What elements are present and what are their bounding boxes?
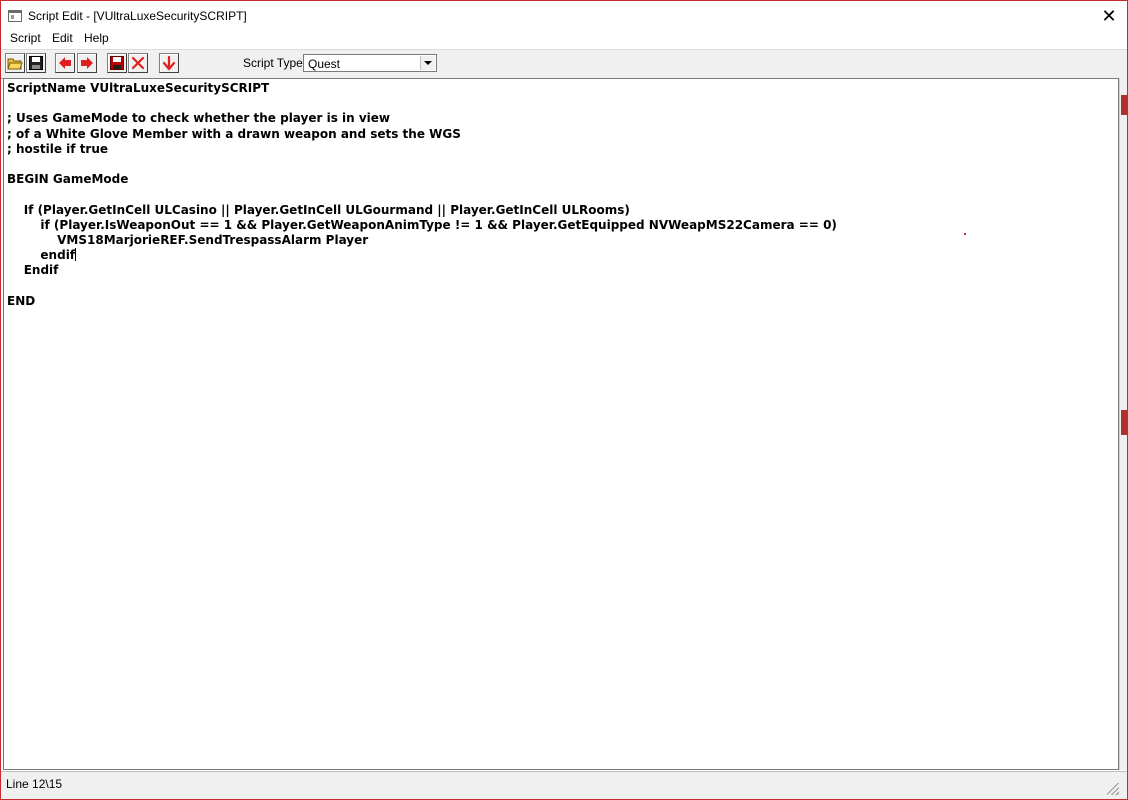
code-line[interactable]	[7, 187, 837, 202]
delete-icon	[131, 56, 145, 70]
open-icon	[7, 58, 23, 70]
window-title: Script Edit - [VUltraLuxeSecuritySCRIPT]	[28, 9, 247, 23]
previous-button[interactable]	[55, 53, 75, 73]
code-line[interactable]: if (Player.IsWeaponOut == 1 && Player.Ge…	[7, 218, 836, 233]
status-bar: Line 12\15	[1, 771, 1127, 799]
code-line[interactable]: ; Uses GameMode to check whether the pla…	[7, 111, 837, 126]
script-type-select[interactable]: Quest	[303, 54, 437, 72]
script-editor[interactable]: ScriptName VUltraLuxeSecuritySCRIPT ; Use…	[3, 78, 1119, 770]
code-line[interactable]	[7, 96, 837, 111]
close-button[interactable]: ✕	[1100, 7, 1118, 25]
script-type-value: Quest	[308, 57, 341, 71]
title-bar[interactable]: Script Edit - [VUltraLuxeSecuritySCRIPT]…	[1, 1, 1127, 30]
text-caret	[75, 248, 77, 262]
open-button[interactable]	[5, 53, 25, 73]
menu-edit[interactable]: Edit	[49, 31, 76, 45]
resize-grip-icon[interactable]	[1107, 783, 1119, 795]
window-app-icon	[8, 10, 22, 22]
save-red-button[interactable]	[107, 53, 127, 73]
code-line[interactable]: ScriptName VUltraLuxeSecuritySCRIPT	[7, 81, 837, 96]
code-line[interactable]	[7, 157, 837, 172]
code-line[interactable]: If (Player.GetInCell ULCasino || Player.…	[7, 203, 837, 218]
save-button[interactable]	[26, 53, 46, 73]
chevron-down-icon[interactable]	[420, 56, 435, 70]
scrollbar-red-mark	[1121, 410, 1127, 435]
next-button[interactable]	[77, 53, 97, 73]
menu-help[interactable]: Help	[81, 31, 112, 45]
down-arrow-icon	[162, 55, 176, 71]
toolbar: Script Type Quest	[1, 49, 1127, 79]
code-line[interactable]: endif	[7, 248, 837, 263]
code-line[interactable]	[7, 278, 837, 293]
previous-script-icon	[59, 57, 71, 69]
save-red-icon	[110, 56, 124, 70]
code-line[interactable]: ; of a White Glove Member with a drawn w…	[7, 127, 837, 142]
save-icon	[29, 56, 43, 70]
script-type-label: Script Type	[243, 56, 303, 70]
code-line[interactable]: ; hostile if true	[7, 142, 837, 157]
status-line-position: Line 12\15	[6, 777, 63, 791]
down-arrow-button[interactable]	[159, 53, 179, 73]
script-text[interactable]: ScriptName VUltraLuxeSecuritySCRIPT ; Use…	[7, 81, 837, 309]
menu-bar: Script Edit Help	[1, 30, 1127, 48]
next-script-icon	[81, 57, 93, 69]
scrollbar-red-mark	[1121, 95, 1127, 115]
stray-red-dot	[964, 233, 966, 235]
code-line[interactable]: BEGIN GameMode	[7, 172, 837, 187]
code-line[interactable]: Endif	[7, 263, 837, 278]
delete-button[interactable]	[128, 53, 148, 73]
code-line[interactable]: END	[7, 294, 837, 309]
menu-script[interactable]: Script	[7, 31, 44, 45]
code-line[interactable]: VMS18MarjorieREF.SendTrespassAlarm Playe…	[7, 233, 837, 248]
